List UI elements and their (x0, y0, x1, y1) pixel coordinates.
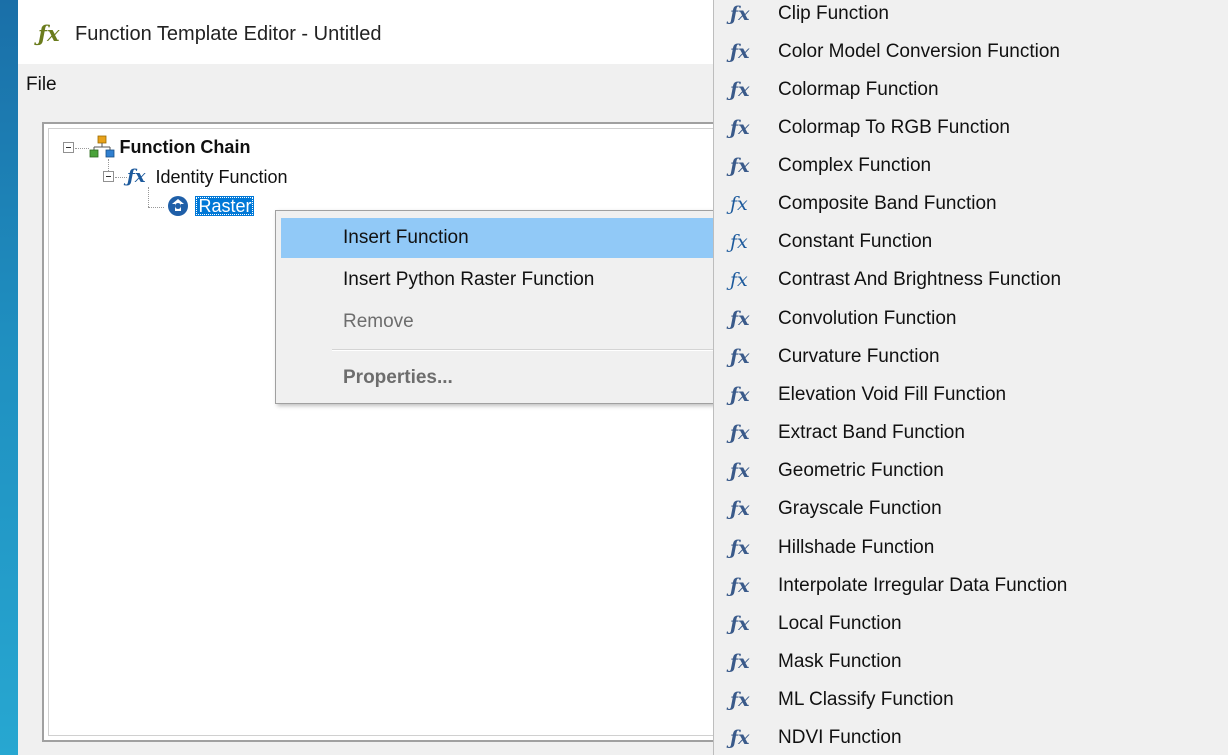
submenu-item-curvature-function[interactable]: ƒx Curvature Function (714, 338, 1228, 376)
submenu-item-geometric-function[interactable]: ƒx Geometric Function (714, 452, 1228, 490)
submenu-item-extract-band-function[interactable]: ƒx Extract Band Function (714, 414, 1228, 452)
menu-file[interactable]: File (20, 70, 63, 100)
fx-stack-icon: ƒx (730, 651, 750, 673)
submenu-item-composite-band-function[interactable]: ƒx Composite Band Function (714, 185, 1228, 223)
submenu-item-elevation-void-fill-function[interactable]: ƒx Elevation Void Fill Function (714, 376, 1228, 414)
fx-stack-icon: ƒx (730, 613, 750, 635)
submenu-item-hillshade-function[interactable]: ƒx Hillshade Function (714, 529, 1228, 567)
tree-node-raster[interactable]: Raster (165, 194, 255, 218)
menu-item-label: Properties... (343, 367, 453, 388)
tree-node-function-chain[interactable]: Function Chain (89, 135, 250, 159)
submenu-item-ml-classify-function[interactable]: ƒx ML Classify Function (714, 681, 1228, 719)
fx-stack-icon: ƒx (730, 575, 750, 597)
tree-node-label: Function Chain (119, 137, 251, 157)
menu-item-label: Insert Python Raster Function (343, 269, 595, 290)
submenu-item-color-model-conversion-function[interactable]: ƒx Color Model Conversion Function (714, 33, 1228, 71)
tree-node-identity-function[interactable]: ƒx Identity Function (127, 165, 288, 189)
menu-item-properties[interactable]: Properties... (281, 358, 733, 398)
fx-stack-icon: ƒx (730, 308, 750, 330)
fx-stack-icon: ƒx (730, 346, 750, 368)
submenu-item-complex-function[interactable]: ƒx Complex Function (714, 147, 1228, 185)
fx-stack-icon: ƒx (730, 498, 750, 520)
menu-item-remove[interactable]: Remove (281, 302, 733, 342)
fx-stack-icon: ƒx (730, 41, 750, 63)
fx-icon: ƒx (730, 269, 748, 291)
fx-stack-icon: ƒx (730, 117, 750, 139)
function-chain-icon (89, 135, 115, 159)
fx-stack-icon: ƒx (730, 727, 750, 749)
submenu-item-colormap-function[interactable]: ƒx Colormap Function (714, 71, 1228, 109)
fx-icon: ƒx (127, 166, 146, 187)
menu-separator (332, 349, 732, 351)
submenu-item-contrast-and-brightness-function[interactable]: ƒx Contrast And Brightness Function (714, 261, 1228, 299)
submenu-item-mask-function[interactable]: ƒx Mask Function (714, 643, 1228, 681)
raster-context-menu: Insert Function > Insert Python Raster F… (275, 210, 737, 404)
raster-icon (165, 194, 191, 218)
fx-stack-icon: ƒx (730, 3, 750, 25)
submenu-item-ndvi-function[interactable]: ƒx NDVI Function (714, 719, 1228, 755)
fx-stack-icon: ƒx (730, 384, 750, 406)
fx-stack-icon: ƒx (730, 155, 750, 177)
submenu-item-colormap-to-rgb-function[interactable]: ƒx Colormap To RGB Function (714, 109, 1228, 147)
submenu-item-clip-function[interactable]: ƒx Clip Function (714, 0, 1228, 33)
fx-icon: ƒx (730, 231, 748, 253)
submenu-item-grayscale-function[interactable]: ƒx Grayscale Function (714, 490, 1228, 528)
insert-function-submenu: ƒx Clip Function ƒx Color Model Conversion… (713, 0, 1228, 755)
menu-item-label: Remove (343, 311, 414, 332)
submenu-item-interpolate-irregular-data-function[interactable]: ƒx Interpolate Irregular Data Function (714, 567, 1228, 605)
window-title: Function Template Editor - Untitled (75, 23, 382, 45)
raster-label: Raster (195, 196, 255, 216)
menu-item-label: Insert Function (343, 227, 469, 248)
fx-stack-icon: ƒx (730, 422, 750, 444)
fx-icon: ƒx (730, 193, 748, 215)
fx-stack-icon: ƒx (730, 460, 750, 482)
submenu-item-local-function[interactable]: ƒx Local Function (714, 605, 1228, 643)
fx-stack-icon: ƒx (730, 537, 750, 559)
fx-stack-icon: ƒx (730, 689, 750, 711)
collapse-function-chain-button[interactable] (63, 142, 74, 153)
tree-node-label: Identity Function (155, 167, 288, 187)
menu-item-insert-python-raster-function[interactable]: Insert Python Raster Function (281, 260, 733, 300)
submenu-item-convolution-function[interactable]: ƒx Convolution Function (714, 300, 1228, 338)
collapse-identity-function-button[interactable] (103, 171, 114, 182)
fx-stack-icon: ƒx (730, 79, 750, 101)
menu-item-insert-function[interactable]: Insert Function > (281, 218, 733, 258)
submenu-item-constant-function[interactable]: ƒx Constant Function (714, 223, 1228, 261)
function-template-icon: ƒx (38, 21, 60, 46)
